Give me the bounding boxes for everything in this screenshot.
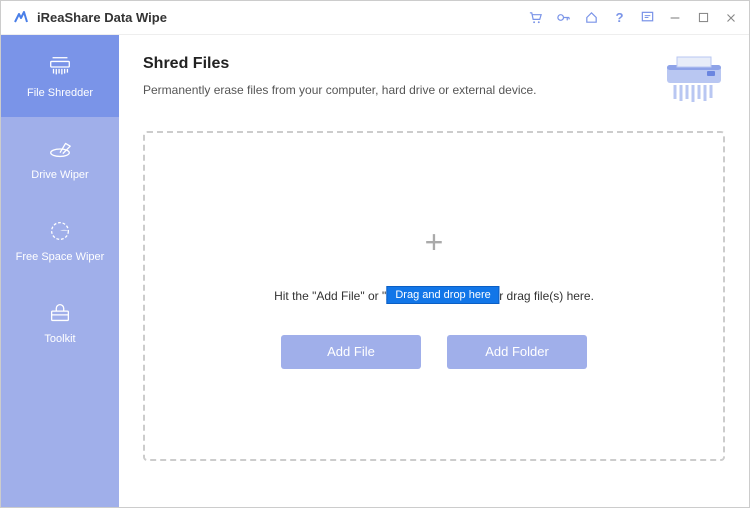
shredder-illustration-icon — [663, 55, 725, 107]
app-logo-icon — [13, 10, 29, 26]
key-icon[interactable] — [555, 10, 571, 26]
sidebar-item-toolkit[interactable]: Toolkit — [1, 281, 119, 363]
titlebar-controls: ? — [527, 10, 739, 26]
help-icon[interactable]: ? — [611, 10, 627, 26]
close-icon[interactable] — [723, 10, 739, 26]
minimize-icon[interactable] — [667, 10, 683, 26]
sidebar-item-label: Free Space Wiper — [16, 251, 105, 263]
titlebar: iReaShare Data Wipe ? — [1, 1, 749, 35]
feedback-icon[interactable] — [639, 10, 655, 26]
dropzone-hint: Hit the "Add File" or "Add Folder" butto… — [274, 289, 594, 303]
page-title: Shred Files — [143, 55, 663, 73]
add-file-button[interactable]: Add File — [281, 335, 421, 369]
sidebar-item-free-space-wiper[interactable]: Free Space Wiper — [1, 199, 119, 281]
drag-drop-tooltip: Drag and drop here — [386, 286, 499, 304]
app-title: iReaShare Data Wipe — [37, 10, 167, 25]
shredder-icon — [46, 53, 74, 81]
free-space-icon — [46, 217, 74, 245]
main-panel: Shred Files Permanently erase files from… — [119, 35, 749, 507]
sidebar-item-label: File Shredder — [27, 87, 93, 99]
sidebar-item-label: Toolkit — [44, 333, 75, 345]
drive-wiper-icon — [46, 135, 74, 163]
maximize-icon[interactable] — [695, 10, 711, 26]
sidebar: File Shredder Drive Wiper Free Space Wip… — [1, 35, 119, 507]
home-icon[interactable] — [583, 10, 599, 26]
page-subtitle: Permanently erase files from your comput… — [143, 83, 663, 97]
cart-icon[interactable] — [527, 10, 543, 26]
toolkit-icon — [46, 299, 74, 327]
sidebar-item-label: Drive Wiper — [31, 169, 88, 181]
svg-text:?: ? — [615, 10, 623, 25]
add-folder-button[interactable]: Add Folder — [447, 335, 587, 369]
dropzone[interactable]: + Hit the "Add File" or "Add Folder" but… — [143, 131, 725, 461]
plus-icon: + — [425, 224, 444, 261]
sidebar-item-drive-wiper[interactable]: Drive Wiper — [1, 117, 119, 199]
sidebar-item-file-shredder[interactable]: File Shredder — [1, 35, 119, 117]
